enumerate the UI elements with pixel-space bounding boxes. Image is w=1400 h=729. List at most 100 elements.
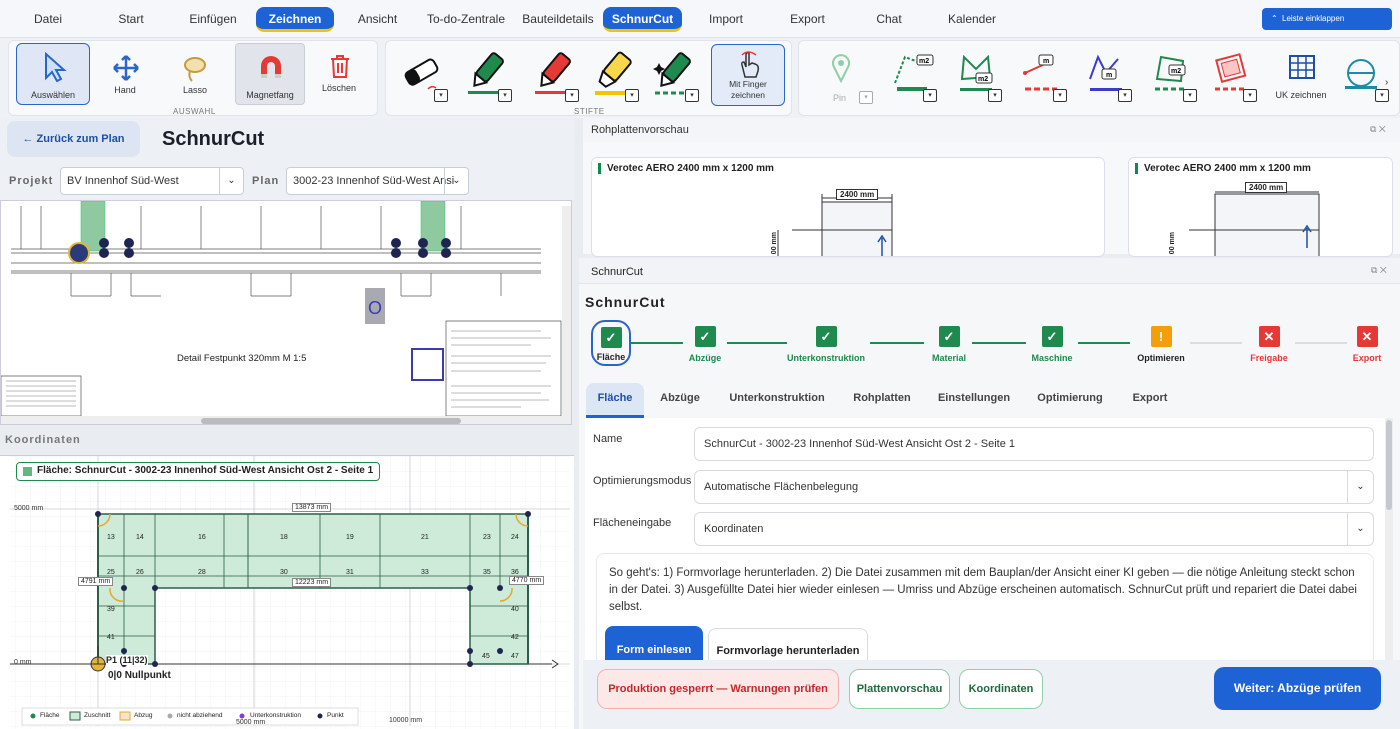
- chevron-right-icon[interactable]: ›: [1385, 77, 1388, 88]
- form-einlesen-button[interactable]: Form einlesen: [605, 626, 703, 660]
- menu-import[interactable]: Import: [700, 7, 752, 32]
- back-to-plan-button[interactable]: ← Zurück zum Plan: [7, 121, 140, 157]
- pen-green-dashed-dropdown[interactable]: ▾: [685, 89, 699, 102]
- pen-red-tool[interactable]: ▾: [531, 49, 591, 107]
- area-dashed-dropdown[interactable]: ▾: [1183, 89, 1197, 102]
- plan-select[interactable]: 3002-23 Innenhof Süd-West Ansi ⌄: [286, 167, 469, 195]
- cell-47[interactable]: 47: [511, 653, 519, 660]
- menu-bauteildetails[interactable]: Bauteildetails: [518, 7, 598, 32]
- pin-tool[interactable]: Pin ▾: [819, 49, 879, 109]
- tab-rohplatten[interactable]: Rohplatten: [848, 383, 916, 418]
- cell-28[interactable]: 28: [198, 569, 206, 576]
- window-icons[interactable]: ⧉ ✕: [1370, 124, 1386, 135]
- length-red-dropdown[interactable]: ▾: [1053, 89, 1067, 102]
- menu-kalender[interactable]: Kalender: [940, 7, 1004, 32]
- step-unterkonstruktion[interactable]: ✓ Unterkonstruktion: [784, 326, 868, 363]
- step-export[interactable]: ✕ Export: [1346, 326, 1388, 363]
- form-scrollbar[interactable]: [1385, 418, 1393, 660]
- cell-30[interactable]: 30: [280, 569, 288, 576]
- name-input[interactable]: SchnurCut - 3002-23 Innenhof Süd-West An…: [694, 427, 1374, 461]
- menu-zeichnen[interactable]: Zeichnen: [256, 7, 334, 32]
- collapse-toolbar-button[interactable]: ⌃ Leiste einklappen: [1262, 8, 1392, 30]
- tab-export[interactable]: Export: [1126, 383, 1174, 418]
- area-green2-tool[interactable]: m2 ▾: [954, 49, 1016, 109]
- platten-card-1[interactable]: Verotec AERO 2400 mm x 1200 mm 2400 mm 0…: [591, 157, 1105, 257]
- cell-23[interactable]: 23: [483, 534, 491, 541]
- produktion-gesperrt-button[interactable]: Produktion gesperrt — Warnungen prüfen: [597, 669, 839, 709]
- cell-26[interactable]: 26: [136, 569, 144, 576]
- eraser-dropdown[interactable]: ▾: [434, 89, 448, 102]
- eraser-tool[interactable]: ▾: [398, 51, 458, 107]
- step-maschine[interactable]: ✓ Maschine: [1026, 326, 1078, 363]
- cell-36[interactable]: 36: [511, 569, 519, 576]
- menu-datei[interactable]: Datei: [22, 7, 74, 32]
- eingabe-select[interactable]: Koordinaten ⌄: [694, 512, 1374, 546]
- length-red-tool[interactable]: m ▾: [1019, 49, 1081, 109]
- platten-card-2[interactable]: Verotec AERO 2400 mm x 1200 mm 2400 mm 0…: [1128, 157, 1393, 257]
- cell-41[interactable]: 41: [107, 634, 115, 641]
- weiter-abzuege-button[interactable]: Weiter: Abzüge prüfen: [1214, 667, 1381, 710]
- area-dashed-tool[interactable]: m2 ▾: [1149, 49, 1211, 109]
- pen-green-dropdown[interactable]: ▾: [498, 89, 512, 102]
- tab-abzuege[interactable]: Abzüge: [653, 383, 707, 418]
- highlighter-yellow-tool[interactable]: ▾: [591, 49, 651, 107]
- formvorlage-button[interactable]: Formvorlage herunterladen: [708, 628, 868, 660]
- delete-tool[interactable]: Löschen: [309, 43, 369, 105]
- step-abzuege[interactable]: ✓ Abzüge: [680, 326, 730, 363]
- select-tool[interactable]: Auswählen: [16, 43, 90, 105]
- cell-45[interactable]: 45: [482, 653, 490, 660]
- cell-33[interactable]: 33: [421, 569, 429, 576]
- plattenvorschau-button[interactable]: Plattenvorschau: [849, 669, 950, 709]
- step-optimieren[interactable]: ! Optimieren: [1130, 326, 1192, 363]
- modus-select[interactable]: Automatische Flächenbelegung ⌄: [694, 470, 1374, 504]
- menu-ansicht[interactable]: Ansicht: [350, 7, 405, 32]
- tab-flaeche[interactable]: Fläche: [586, 383, 644, 418]
- plan-view[interactable]: O Detail Festpunkt 320mm M 1:5: [0, 200, 572, 425]
- pen-green-tool[interactable]: ▾: [464, 49, 524, 107]
- cell-14[interactable]: 14: [136, 534, 144, 541]
- pen-red-dropdown[interactable]: ▾: [565, 89, 579, 102]
- area-red-tool[interactable]: ▾: [1209, 49, 1271, 109]
- window-icons-2[interactable]: ⧉ ✕: [1371, 265, 1387, 276]
- length-blue-dropdown[interactable]: ▾: [1118, 89, 1132, 102]
- koordinaten-button[interactable]: Koordinaten: [959, 669, 1043, 709]
- cell-21[interactable]: 21: [421, 534, 429, 541]
- menu-schnurcut[interactable]: SchnurCut: [603, 7, 682, 32]
- cell-31[interactable]: 31: [346, 569, 354, 576]
- coords-canvas[interactable]: Fläche: SchnurCut - 3002-23 Innenhof Süd…: [0, 455, 574, 729]
- cell-25[interactable]: 25: [107, 569, 115, 576]
- cell-16[interactable]: 16: [198, 534, 206, 541]
- area-red-dropdown[interactable]: ▾: [1243, 89, 1257, 102]
- cell-13[interactable]: 13: [107, 534, 115, 541]
- menu-start[interactable]: Start: [105, 7, 157, 32]
- menu-todo[interactable]: To-do-Zentrale: [420, 7, 512, 32]
- step-freigabe[interactable]: ✕ Freigabe: [1242, 326, 1296, 363]
- menu-export[interactable]: Export: [780, 7, 835, 32]
- circle-measure-dropdown[interactable]: ▾: [1375, 89, 1389, 102]
- magnet-tool[interactable]: Magnetfang: [235, 43, 305, 105]
- tab-unterkonstruktion[interactable]: Unterkonstruktion: [725, 383, 829, 418]
- cell-35[interactable]: 35: [483, 569, 491, 576]
- lasso-tool[interactable]: Lasso: [165, 43, 225, 105]
- step-material[interactable]: ✓ Material: [924, 326, 974, 363]
- hand-tool[interactable]: Hand: [95, 43, 155, 105]
- cell-19[interactable]: 19: [346, 534, 354, 541]
- cell-39[interactable]: 39: [107, 606, 115, 613]
- cell-18[interactable]: 18: [280, 534, 288, 541]
- projekt-select[interactable]: BV Innenhof Süd-West ⌄: [60, 167, 244, 195]
- tab-einstellungen[interactable]: Einstellungen: [936, 383, 1012, 418]
- finger-draw-tool[interactable]: Mit Finger zeichnen: [711, 44, 785, 106]
- cell-42[interactable]: 42: [511, 634, 519, 641]
- highlighter-yellow-dropdown[interactable]: ▾: [625, 89, 639, 102]
- pin-dropdown[interactable]: ▾: [859, 91, 873, 104]
- menu-chat[interactable]: Chat: [865, 7, 913, 32]
- area-green2-dropdown[interactable]: ▾: [988, 89, 1002, 102]
- area-green-dropdown[interactable]: ▾: [923, 89, 937, 102]
- step-flaeche[interactable]: ✓ Fläche: [591, 320, 631, 366]
- circle-measure-tool[interactable]: ▾ ›: [1337, 49, 1395, 109]
- uk-draw-tool[interactable]: UK zeichnen: [1269, 49, 1333, 109]
- pen-green-dashed-tool[interactable]: ▾: [651, 49, 711, 107]
- tab-optimierung[interactable]: Optimierung: [1032, 383, 1108, 418]
- menu-einfuegen[interactable]: Einfügen: [180, 7, 246, 32]
- length-blue-tool[interactable]: m ▾: [1084, 49, 1146, 109]
